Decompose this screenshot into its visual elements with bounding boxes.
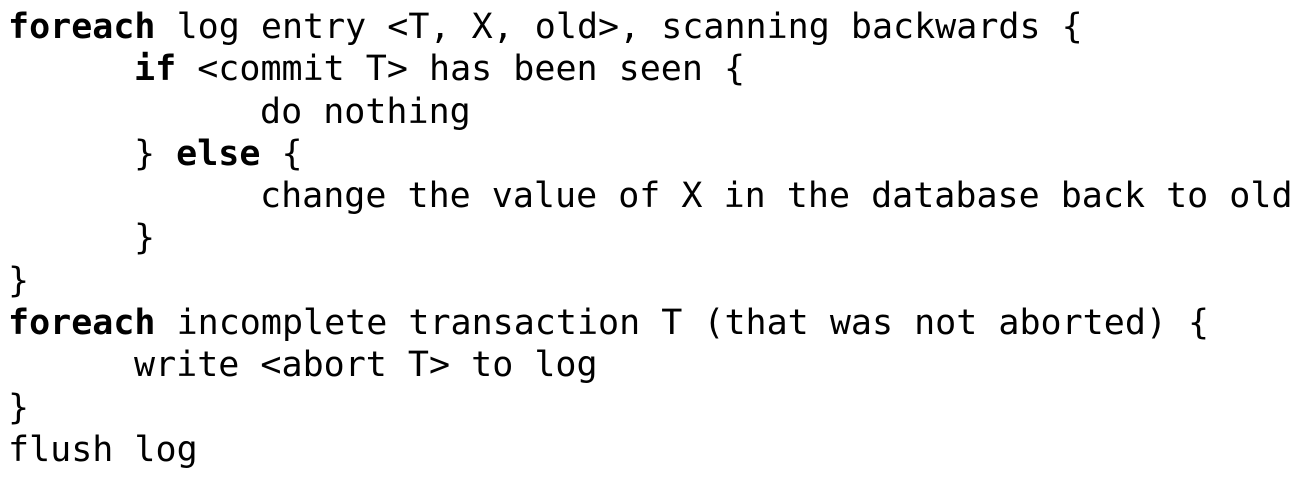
code-text: change the value of X in the database ba…	[260, 176, 1293, 217]
code-line-2: if <commit T> has been seen {	[8, 48, 1293, 90]
code-text: incomplete transaction T (that was not a…	[155, 303, 1210, 344]
code-line-11: flush log	[8, 429, 1293, 471]
closing-brace: }	[8, 387, 30, 428]
code-text: log entry <T, X, old>, scanning backward…	[155, 7, 1083, 47]
foreach-keyword: foreach	[8, 303, 156, 344]
closing-brace: }	[134, 218, 156, 259]
code-line-9: write <abort T> to log	[8, 344, 1293, 386]
code-line-8: foreach incomplete transaction T (that w…	[8, 302, 1293, 344]
code-line-7: }	[8, 260, 1293, 302]
code-line-6: }	[8, 217, 1293, 259]
code-line-10: }	[8, 387, 1293, 429]
closing-brace: }	[8, 260, 30, 301]
code-line-1: foreach log entry <T, X, old>, scanning …	[8, 6, 1293, 48]
if-keyword: if	[134, 49, 177, 90]
pseudocode-block: foreach log entry <T, X, old>, scanning …	[8, 6, 1293, 471]
foreach-keyword: foreach	[8, 7, 156, 47]
code-text: write <abort T> to log	[134, 345, 598, 386]
closing-brace: }	[134, 133, 177, 174]
code-text: do nothing	[260, 91, 471, 132]
code-text: flush log	[8, 429, 198, 470]
code-line-3: do nothing	[8, 91, 1293, 133]
else-keyword: else	[176, 133, 261, 174]
code-line-4: } else {	[8, 133, 1293, 175]
code-text: {	[260, 133, 303, 174]
code-line-5: change the value of X in the database ba…	[8, 175, 1293, 217]
code-text: <commit T> has been seen {	[176, 49, 746, 90]
